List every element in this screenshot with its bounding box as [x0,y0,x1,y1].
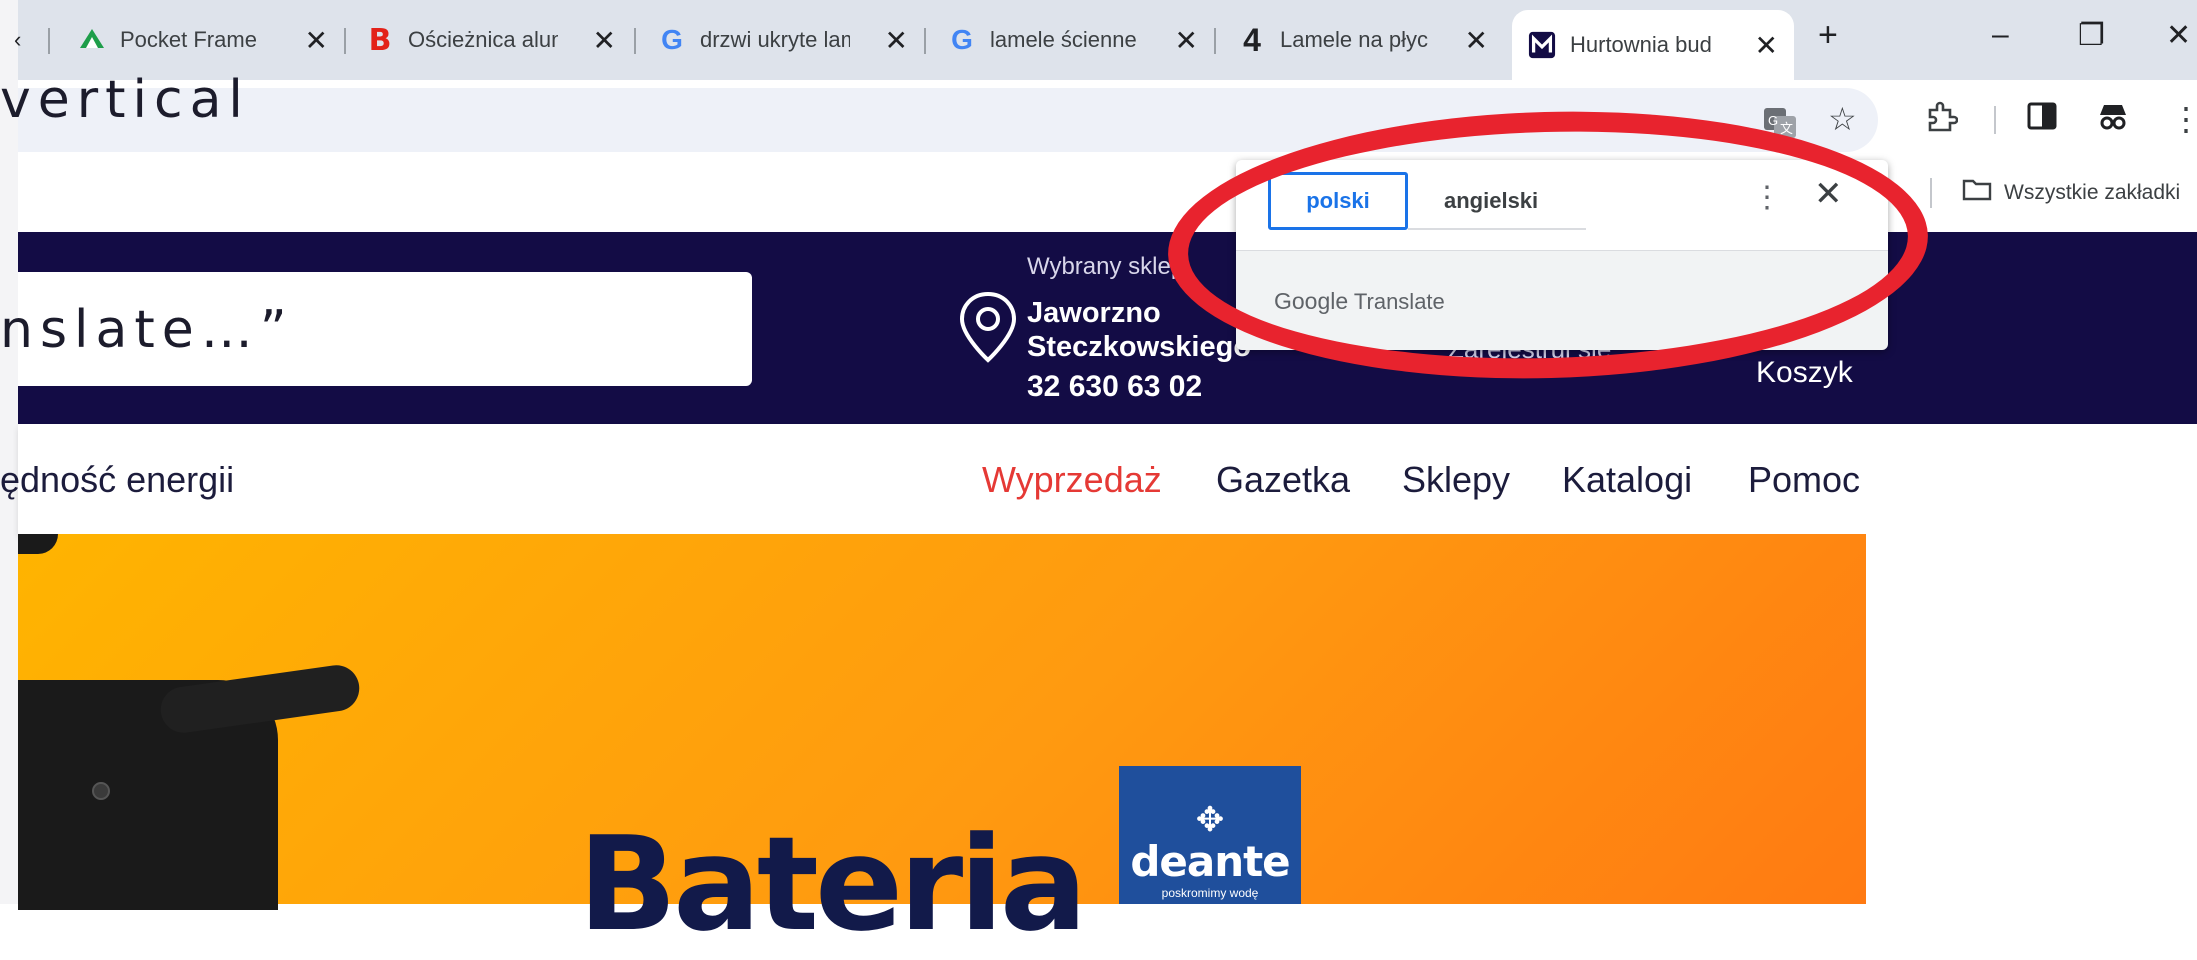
nav-link-energy[interactable]: ędność energii [0,459,234,501]
close-icon[interactable]: ✕ [1175,24,1198,57]
toolbar-separator [1994,106,1996,134]
tab-title: drzwi ukryte lam [700,27,850,52]
incognito-profile-icon[interactable] [2096,100,2130,142]
map-pin-icon [958,290,1018,371]
all-bookmarks-label: Wszystkie zakładki [2004,181,2181,204]
extensions-icon[interactable] [1924,100,1959,142]
google-g-icon: G [661,24,683,55]
nav-link-sale[interactable]: Wyprzedaż [982,459,1162,501]
svg-text:G: G [1768,113,1778,128]
new-tab-button[interactable]: + [1818,16,1838,55]
nav-link-newspaper[interactable]: Gazetka [1216,459,1350,501]
deante-tagline: poskromimy wodę [1161,886,1259,900]
m-logo-icon [1528,31,1556,59]
close-icon[interactable]: ✕ [1465,24,1488,57]
tab-separator [48,28,50,54]
tab-partial[interactable]: ‹ [14,0,21,80]
nav-link-catalogs[interactable]: Katalogi [1562,459,1692,501]
tab-title: lamele ścienne [990,27,1137,52]
tab-separator [344,28,346,54]
tab-title: Pocket Frame | [120,27,260,52]
nav-link-help[interactable]: Pomoc [1748,459,1860,501]
tab-separator [634,28,636,54]
green-triangle-icon [78,26,106,54]
overlay-caption-middle: nslate…” [0,300,294,360]
window-close-button[interactable]: ✕ [2166,18,2191,53]
close-icon[interactable]: ✕ [593,24,616,57]
side-panel-icon[interactable] [2026,100,2058,140]
tab-title: Ościeżnica alum [408,27,558,52]
tab-pocket-frame[interactable]: Pocket Frame | ✕ [78,0,328,80]
restore-button[interactable]: ❐ [2078,18,2105,53]
folder-icon [1962,178,1992,208]
address-row [18,80,2197,160]
deante-logo: ✥ deante poskromimy wodę [1119,766,1301,904]
bookmarks-separator [1930,178,1932,208]
tab-separator [1214,28,1216,54]
google-g-icon: G [951,24,973,55]
store-label: Wybrany sklep: [1027,253,1191,280]
nav-link-stores[interactable]: Sklepy [1402,459,1510,501]
left-strip [0,0,18,904]
tab-lamele-na-plyc[interactable]: 4 Lamele na płyc ✕ [1238,0,1488,80]
overlay-caption-top: vertical [0,70,250,130]
menu-more-icon[interactable]: ⋮ [2170,100,2197,138]
b-red-icon: B [368,22,392,58]
store-name-line-2: Steczkowskiego [1027,331,1252,363]
svg-text:文: 文 [1780,121,1793,136]
cart-link[interactable]: Koszyk [1756,356,1853,390]
tab-oscieznica[interactable]: B Ościeżnica alum ✕ [366,0,616,80]
all-bookmarks-button[interactable]: Wszystkie zakładki [1962,178,2180,208]
four-icon: 4 [1243,21,1261,58]
tab-drzwi-ukryte[interactable]: G drzwi ukryte lam ✕ [658,0,908,80]
page-right-blank [1866,534,2197,904]
tab-lamele-scienne[interactable]: G lamele ścienne ✕ [948,0,1198,80]
star-bookmark-icon[interactable]: ☆ [1828,100,1857,138]
banner-headline: Bateria [578,808,1088,960]
tab-title: Hurtownia bud [1570,32,1712,57]
deante-mark-icon: ✥ [1195,801,1225,839]
tab-separator [924,28,926,54]
close-icon[interactable]: ✕ [1755,29,1778,62]
tab-close-icon[interactable]: ‹ [14,27,21,53]
faucet-indicator [92,782,110,800]
minimize-button[interactable]: – [1992,18,2009,52]
deante-brand-name: deante [1130,837,1290,886]
close-icon[interactable]: ✕ [305,24,328,57]
tab-hurtownia-active[interactable]: Hurtownia bud ✕ [1512,10,1794,80]
store-phone: 32 630 63 02 [1027,370,1203,403]
close-icon[interactable]: ✕ [885,24,908,57]
tab-title: Lamele na płyc [1280,27,1428,52]
